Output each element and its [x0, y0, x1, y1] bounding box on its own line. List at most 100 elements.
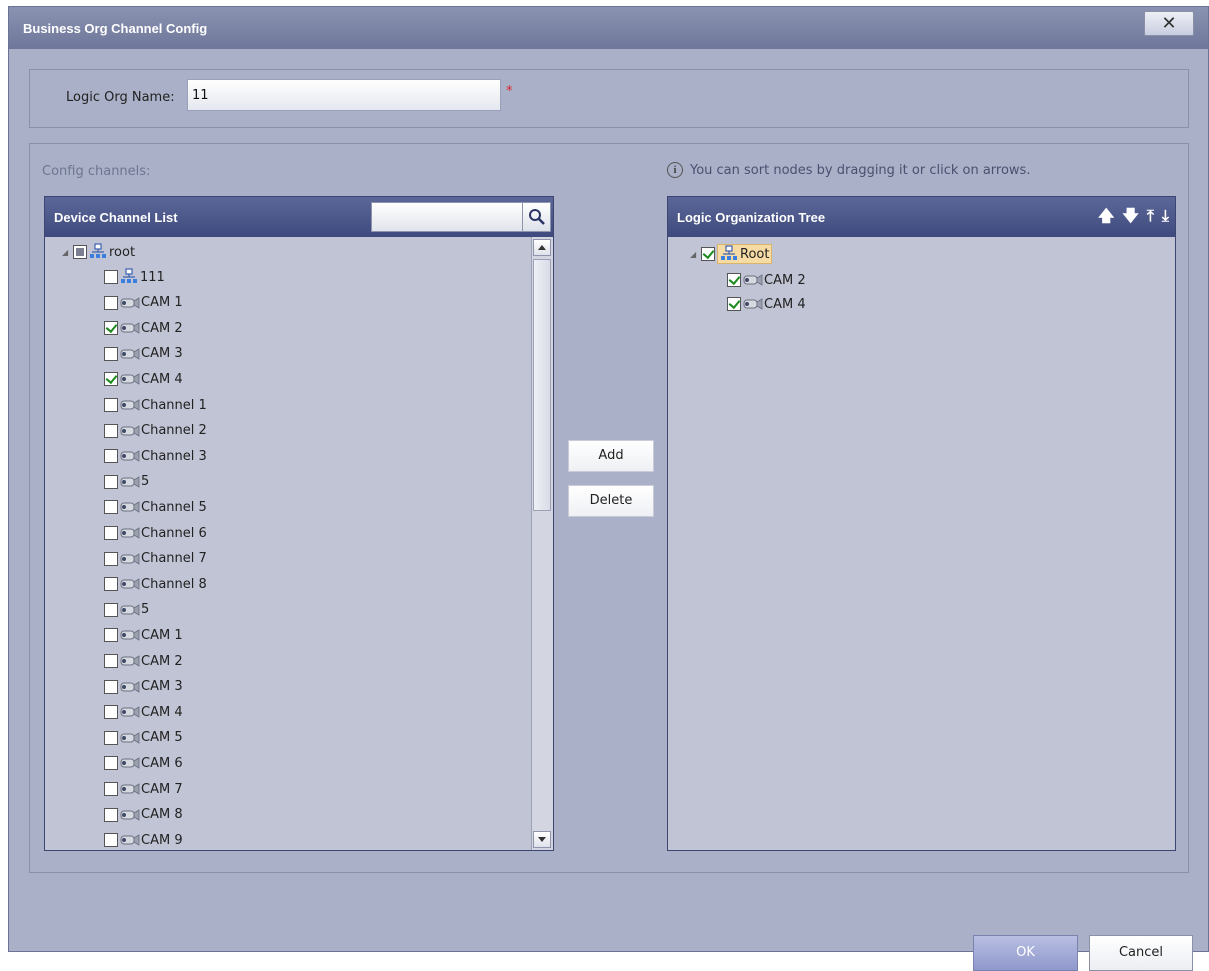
tree-node-item[interactable]: CAM 1 — [104, 625, 183, 645]
tree-node-root[interactable]: ◢ Root — [690, 244, 773, 264]
scroll-up-button[interactable] — [533, 239, 551, 256]
down-arrow-icon[interactable]: 🡇 — [1122, 208, 1138, 224]
tree-node-label: Channel 6 — [141, 525, 207, 541]
org-icon — [721, 245, 737, 260]
checkbox[interactable] — [104, 270, 118, 284]
checkbox[interactable] — [104, 449, 118, 464]
tree-node-item[interactable]: CAM 7 — [104, 779, 183, 799]
checkbox[interactable] — [104, 756, 118, 771]
tree-node-label: Root — [740, 246, 770, 262]
logic-organization-tree-panel: Logic Organization Tree 🡅 🡇 ⤒ ⤓ ◢ Root C… — [667, 196, 1176, 851]
checkbox[interactable] — [104, 654, 118, 668]
expand-toggle-icon[interactable]: ◢ — [62, 248, 70, 257]
tree-node-label: CAM 6 — [141, 755, 183, 771]
checkbox[interactable] — [104, 833, 118, 848]
checkbox[interactable] — [104, 602, 118, 617]
org-icon — [121, 268, 137, 283]
tree-node-item[interactable]: Channel 2 — [104, 421, 207, 441]
tree-node-item[interactable]: CAM 2 — [104, 318, 183, 338]
tree-node-item[interactable]: CAM 9 — [104, 830, 183, 850]
camera-icon — [120, 373, 140, 386]
checkbox[interactable] — [104, 526, 118, 540]
checkbox[interactable] — [104, 730, 118, 745]
tree-node-item[interactable]: CAM 8 — [104, 805, 183, 825]
ok-button[interactable]: OK — [973, 935, 1078, 971]
vertical-scrollbar[interactable] — [531, 237, 553, 850]
tree-node-item[interactable]: 5 — [104, 472, 149, 492]
checkbox[interactable] — [104, 577, 118, 592]
tree-node-label: CAM 2 — [141, 320, 183, 336]
tree-node-label: Channel 7 — [141, 551, 207, 567]
checkbox[interactable] — [104, 423, 118, 438]
tree-node-label: CAM 3 — [141, 346, 183, 362]
search-icon — [529, 209, 545, 225]
search-button[interactable] — [522, 202, 551, 232]
checkbox-checked[interactable] — [727, 297, 741, 311]
checkbox[interactable] — [104, 346, 118, 361]
checkbox-checked[interactable] — [104, 321, 118, 336]
root-node-highlight[interactable]: Root — [717, 244, 773, 264]
tree-node-item[interactable]: CAM 6 — [104, 753, 183, 773]
checkbox[interactable] — [104, 551, 118, 566]
tree-node-item[interactable]: CAM 4 — [104, 369, 183, 389]
camera-icon — [120, 732, 140, 744]
camera-icon — [120, 604, 140, 616]
move-bottom-icon[interactable]: ⤓ — [1162, 208, 1169, 224]
scroll-thumb[interactable] — [533, 259, 551, 511]
tree-node-item[interactable]: Channel 8 — [104, 574, 207, 594]
checkbox-partial[interactable] — [73, 245, 87, 259]
expand-toggle-icon[interactable]: ◢ — [690, 250, 698, 259]
checkbox[interactable] — [104, 807, 118, 822]
logic-org-name-input[interactable] — [187, 79, 501, 111]
tree-node-label: CAM 9 — [141, 832, 183, 848]
delete-button[interactable]: Delete — [568, 485, 654, 517]
tree-node-item[interactable]: CAM 1 — [104, 293, 183, 313]
tree-node-root[interactable]: ◢ root — [62, 242, 135, 262]
checkbox-checked[interactable] — [701, 247, 715, 261]
tree-node-item[interactable]: Channel 6 — [104, 523, 207, 543]
search-input[interactable] — [371, 202, 523, 232]
sort-arrows: 🡅 🡇 ⤒ ⤓ — [1098, 208, 1169, 224]
checkbox[interactable] — [104, 474, 118, 489]
move-top-icon[interactable]: ⤒ — [1147, 208, 1154, 224]
tree-node-item[interactable]: 111 — [104, 267, 165, 287]
checkbox[interactable] — [104, 705, 118, 720]
device-channel-tree: ◢ root 111 CAM 1 CAM 2 CAM 3 CAM 4 Channel 1 C… — [45, 237, 531, 850]
tree-node-label: Channel 2 — [141, 423, 207, 439]
channel-config-section: Config channels: i You can sort nodes by… — [29, 143, 1189, 873]
cancel-button[interactable]: Cancel — [1089, 935, 1193, 971]
up-arrow-icon[interactable]: 🡅 — [1098, 208, 1114, 224]
tree-node-item[interactable]: Channel 3 — [104, 446, 207, 466]
tree-node-item[interactable]: 5 — [104, 600, 149, 620]
tree-node-item[interactable]: CAM 3 — [104, 677, 183, 697]
tree-node-item[interactable]: CAM 3 — [104, 344, 183, 364]
tree-node-item[interactable]: CAM 5 — [104, 728, 183, 748]
add-button[interactable]: Add — [568, 440, 654, 472]
tree-node-item[interactable]: Channel 5 — [104, 497, 207, 517]
checkbox[interactable] — [104, 628, 118, 643]
close-button[interactable]: ✕ — [1144, 11, 1194, 36]
dialog-titlebar: Business Org Channel Config ✕ — [9, 7, 1208, 49]
tree-node-item[interactable]: Channel 1 — [104, 395, 207, 415]
logic-organization-tree: ◢ Root CAM 2 CAM 4 — [668, 237, 1175, 850]
tree-node-item[interactable]: Channel 7 — [104, 549, 207, 569]
checkbox-checked[interactable] — [104, 372, 118, 387]
checkbox[interactable] — [104, 398, 118, 412]
tree-node-item[interactable]: CAM 2 — [727, 270, 806, 290]
tree-node-item[interactable]: CAM 2 — [104, 651, 183, 671]
camera-icon — [120, 322, 140, 334]
tree-node-label: CAM 2 — [141, 653, 183, 669]
tree-node-label: Channel 5 — [141, 499, 207, 515]
tree-node-item[interactable]: CAM 4 — [104, 702, 183, 722]
checkbox[interactable] — [104, 295, 118, 310]
checkbox[interactable] — [104, 782, 118, 796]
device-channel-list-title: Device Channel List — [54, 210, 178, 225]
tree-node-label: CAM 8 — [141, 807, 183, 823]
checkbox[interactable] — [104, 500, 118, 515]
tree-node-label: CAM 1 — [141, 627, 183, 643]
checkbox[interactable] — [104, 679, 118, 694]
tree-node-item[interactable]: CAM 4 — [727, 294, 806, 314]
sort-hint-text: You can sort nodes by dragging it or cli… — [690, 162, 1031, 178]
scroll-down-button[interactable] — [533, 831, 551, 848]
checkbox-checked[interactable] — [727, 273, 741, 287]
